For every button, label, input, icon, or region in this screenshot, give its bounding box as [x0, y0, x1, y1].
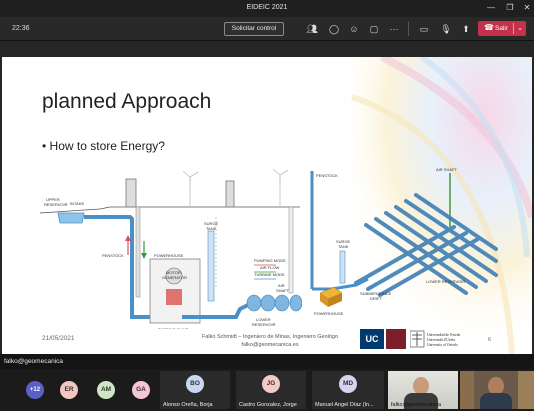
request-control-button[interactable]: Solicitar control: [224, 22, 284, 36]
participant-strip: +12 ER AM GA BO Alonso Oreña, Borja JG C…: [0, 369, 534, 411]
slide-bullet-text: How to store Energy?: [49, 139, 165, 153]
pumped-storage-section-diagram: UPPER RESERVOIR INTAKE PENSTOCK POWERHOU…: [40, 169, 302, 329]
svg-text:Universidad de Oviedo: Universidad de Oviedo: [427, 333, 461, 337]
label-powerhouse: POWERHOUSE: [154, 253, 184, 258]
label-air-flow: AIR FLOW: [260, 265, 280, 270]
participant-name: Alonso Oreña, Borja: [163, 402, 213, 408]
label-lower-reservoir-3d: LOWER RESERVOIR: [426, 279, 465, 284]
slide-date: 21/05/2021: [42, 335, 75, 342]
toolbar-divider: [408, 22, 409, 36]
more-options-icon[interactable]: ···: [388, 23, 400, 35]
bookshelf: [460, 371, 474, 409]
participant-avatar[interactable]: AM: [97, 381, 115, 399]
participant-name: Manuel Angel Díaz (In...: [315, 402, 374, 408]
rooms-icon[interactable]: ▢: [368, 23, 380, 35]
hangup-icon: ☎: [484, 23, 494, 32]
participant-avatar[interactable]: ER: [60, 381, 78, 399]
chevron-down-icon[interactable]: ⌄: [517, 24, 523, 32]
presenter-name: falko@geomecanica: [4, 358, 63, 365]
camera-off-icon[interactable]: ▭: [418, 23, 430, 35]
slide-footer: Falko Schmidt – Ingeniero de Minas, Inge…: [195, 333, 345, 349]
label-drift: DRIFT: [370, 296, 382, 301]
participant-tile[interactable]: JG Castro Gonzalez, Jorge: [236, 371, 306, 409]
participants-icon[interactable]: 👥︎: [306, 23, 318, 35]
participant-video-tile[interactable]: [460, 371, 534, 409]
label-penstock: PENSTOCK: [102, 253, 124, 258]
participant-name: Castro Gonzalez, Jorge: [239, 402, 297, 408]
person-body: [480, 393, 512, 409]
leave-button[interactable]: ☎ Salir ⌄: [478, 21, 526, 36]
slide-footer-email: falko@geomecanica.es: [241, 342, 299, 348]
participant-video-tile[interactable]: falko@geomecanica: [388, 371, 458, 409]
institution-logo: [386, 329, 406, 349]
slide-number: 6: [488, 337, 492, 343]
participant-avatar: MD: [339, 375, 357, 393]
label-tank: TANK: [206, 226, 217, 231]
oviedo-university-logo: Universidad de Oviedo Universidá d'Uviéu…: [410, 330, 461, 348]
mic-off-icon[interactable]: 🎙︎: [440, 23, 452, 35]
chat-icon[interactable]: ◯: [328, 23, 340, 35]
window-titlebar: EIDEIC 2021 — ❐ ✕: [0, 0, 534, 17]
label-upper-reservoir-2: RESERVOIR: [44, 202, 68, 207]
presentation-slide: planned Approach • How to store Energy?: [2, 57, 532, 354]
participant-name: falko@geomecanica: [391, 402, 441, 408]
label-air-shaft: SHAFT: [276, 288, 290, 293]
label-tank-3d: TANK: [338, 244, 349, 249]
svg-text:University of Oviedo: University of Oviedo: [427, 343, 458, 347]
underground-reservoir-3d-diagram: PENSTOCK AIR SHAFT SURGE TANK LOWER RESE…: [310, 167, 498, 315]
shared-screen-area: planned Approach • How to store Energy?: [0, 41, 534, 354]
bookshelf: [518, 371, 534, 409]
leave-divider: [513, 23, 514, 34]
leave-label: Salir: [495, 25, 509, 32]
participant-avatar[interactable]: GA: [132, 381, 150, 399]
reactions-icon[interactable]: ☺: [348, 23, 360, 35]
label-pumping-mode: PUMPING MODE: [254, 258, 286, 263]
label-intake: INTAKE: [70, 201, 84, 206]
presenter-bar: falko@geomecanica: [0, 354, 534, 369]
close-icon[interactable]: ✕: [520, 2, 534, 14]
label-penstock-3d: PENSTOCK: [316, 173, 338, 178]
more-participants-badge[interactable]: +12: [26, 381, 44, 399]
label-air-shaft-3d: AIR SHAFT: [436, 167, 457, 172]
participant-avatar: JG: [262, 375, 280, 393]
participant-tile[interactable]: BO Alonso Oreña, Borja: [160, 371, 230, 409]
label-turbine-mode: TURBINE MODE: [254, 272, 285, 277]
label-generator: GENERATOR: [162, 275, 187, 280]
participant-tile[interactable]: MD Manuel Angel Díaz (In...: [312, 371, 384, 409]
meeting-time: 22:36: [12, 25, 30, 32]
slide-title: planned Approach: [42, 90, 212, 113]
window-title: EIDEIC 2021: [246, 4, 288, 11]
uc-logo: UC: [360, 329, 384, 349]
slide-footer-author: Falko Schmidt – Ingeniero de Minas, Inge…: [201, 334, 339, 340]
meeting-toolbar: 22:36 Solicitar control 👥︎ ◯ ☺ ▢ ··· ▭ 🎙…: [0, 17, 534, 41]
participant-avatar: BO: [186, 375, 204, 393]
label-turbine-pump: TURBINE-PUMP: [158, 327, 189, 329]
label-powerhouse-3d: POWERHOUSE: [314, 311, 344, 315]
svg-text:Universidá d'Uviéu: Universidá d'Uviéu: [427, 338, 455, 342]
slide-bullet: • How to store Energy?: [42, 139, 165, 153]
label-lower-reservoir: RESERVOIR: [252, 322, 276, 327]
maximize-icon[interactable]: ❐: [503, 2, 517, 14]
share-screen-icon[interactable]: ⬆: [460, 23, 472, 35]
minimize-icon[interactable]: —: [484, 2, 498, 14]
